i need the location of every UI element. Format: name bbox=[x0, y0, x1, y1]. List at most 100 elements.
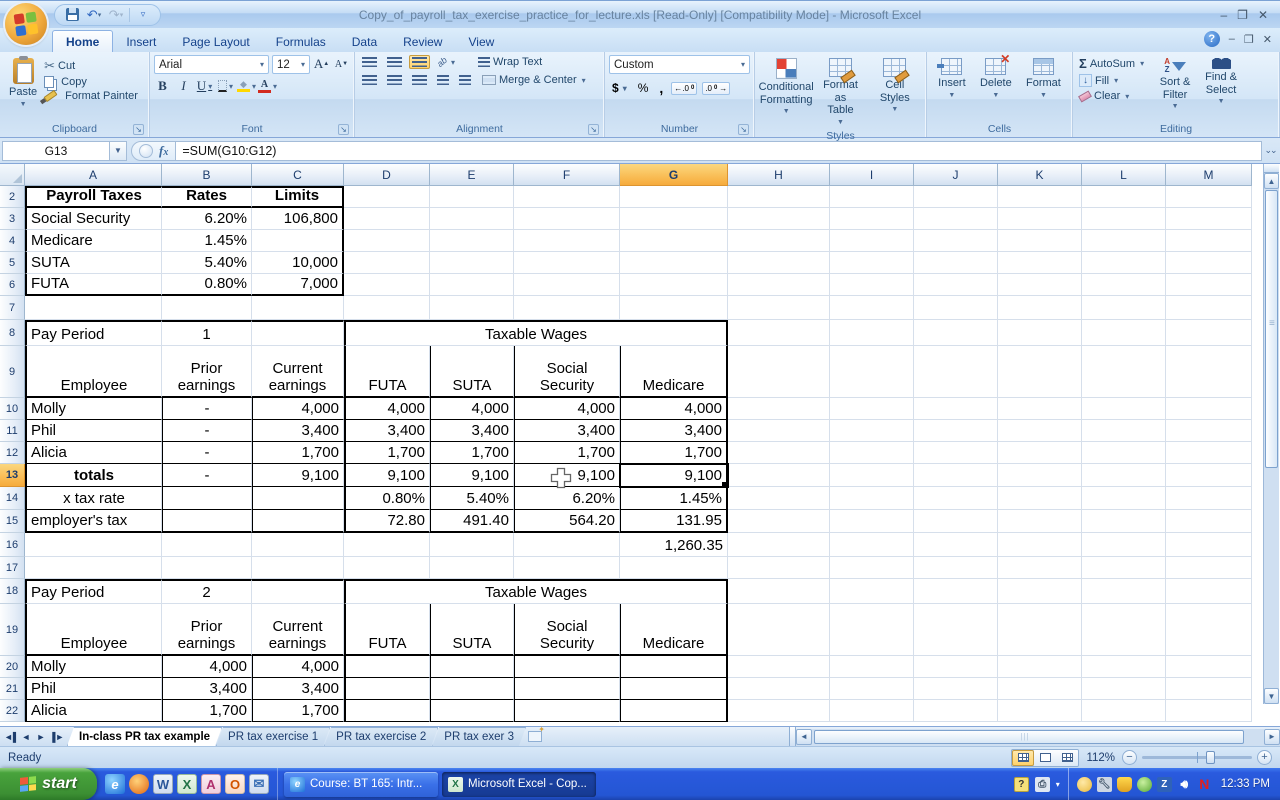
help-icon[interactable]: ? bbox=[1204, 31, 1220, 47]
cell-I10[interactable] bbox=[830, 398, 914, 420]
cell-G6[interactable] bbox=[620, 274, 728, 296]
close-button[interactable]: ✕ bbox=[1258, 8, 1268, 22]
cell-K19[interactable] bbox=[998, 604, 1082, 656]
number-dialog-launcher[interactable]: ↘ bbox=[738, 124, 749, 135]
column-header-L[interactable]: L bbox=[1082, 164, 1166, 186]
clipboard-dialog-launcher[interactable]: ↘ bbox=[133, 124, 144, 135]
cell-H10[interactable] bbox=[728, 398, 830, 420]
tab-home[interactable]: Home bbox=[52, 30, 113, 52]
n-icon[interactable]: N bbox=[1197, 777, 1212, 792]
restore-button[interactable]: ❐ bbox=[1237, 8, 1248, 22]
cell-L5[interactable] bbox=[1082, 252, 1166, 274]
cell-I6[interactable] bbox=[830, 274, 914, 296]
top-align-button[interactable] bbox=[359, 55, 380, 69]
tab-insert[interactable]: Insert bbox=[113, 31, 169, 52]
cell-H14[interactable] bbox=[728, 487, 830, 510]
cell-B19[interactable]: Prior earnings bbox=[162, 604, 252, 656]
cell-F12[interactable]: 1,700 bbox=[514, 442, 620, 464]
cell-A13[interactable]: totals bbox=[25, 464, 162, 487]
font-family-select[interactable]: Arial▾ bbox=[154, 55, 269, 74]
format-cells-button[interactable]: Format▼ bbox=[1021, 55, 1066, 103]
row-header-2[interactable]: 2 bbox=[0, 186, 25, 208]
column-header-C[interactable]: C bbox=[252, 164, 344, 186]
cell-K17[interactable] bbox=[998, 557, 1082, 579]
cell-K15[interactable] bbox=[998, 510, 1082, 533]
cell-D3[interactable] bbox=[344, 208, 430, 230]
cell-E15[interactable]: 491.40 bbox=[430, 510, 514, 533]
cell-L9[interactable] bbox=[1082, 346, 1166, 398]
cell-H2[interactable] bbox=[728, 186, 830, 208]
sheet-tab-pr-tax-exercise-2[interactable]: PR tax exercise 2 bbox=[324, 727, 438, 746]
cell-E9[interactable]: SUTA bbox=[430, 346, 514, 398]
cell-L4[interactable] bbox=[1082, 230, 1166, 252]
cell-L3[interactable] bbox=[1082, 208, 1166, 230]
row-header-14[interactable]: 14 bbox=[0, 487, 25, 510]
cell-D20[interactable] bbox=[344, 656, 430, 678]
number-format-select[interactable]: Custom▾ bbox=[609, 55, 750, 74]
cell-D9[interactable]: FUTA bbox=[344, 346, 430, 398]
cell-K11[interactable] bbox=[998, 420, 1082, 442]
cell-L17[interactable] bbox=[1082, 557, 1166, 579]
cell-B4[interactable]: 1.45% bbox=[162, 230, 252, 252]
sheet-tab-pr-tax-exer-3[interactable]: PR tax exer 3 bbox=[432, 727, 526, 746]
cell-L11[interactable] bbox=[1082, 420, 1166, 442]
cell-styles-button[interactable]: Cell Styles▼ bbox=[872, 55, 918, 117]
cell-F6[interactable] bbox=[514, 274, 620, 296]
cell-F2[interactable] bbox=[514, 186, 620, 208]
tab-formulas[interactable]: Formulas bbox=[263, 31, 339, 52]
row-header-11[interactable]: 11 bbox=[0, 420, 25, 442]
cell-G22[interactable] bbox=[620, 700, 728, 722]
office-button[interactable] bbox=[5, 3, 47, 45]
cell-A9[interactable]: Employee bbox=[25, 346, 162, 398]
column-header-H[interactable]: H bbox=[728, 164, 830, 186]
cell-C5[interactable]: 10,000 bbox=[252, 252, 344, 274]
horizontal-scroll-thumb[interactable] bbox=[814, 730, 1244, 744]
last-sheet-button[interactable]: ▐► bbox=[49, 732, 63, 742]
copy-button[interactable]: Copy bbox=[42, 75, 140, 89]
save-button[interactable] bbox=[63, 6, 81, 24]
cell-J7[interactable] bbox=[914, 296, 998, 320]
cell-F11[interactable]: 3,400 bbox=[514, 420, 620, 442]
column-header-M[interactable]: M bbox=[1166, 164, 1252, 186]
row-header-4[interactable]: 4 bbox=[0, 230, 25, 252]
cell-B10[interactable]: - bbox=[162, 398, 252, 420]
cell-A22[interactable]: Alicia bbox=[25, 700, 162, 722]
conditional-formatting-button[interactable]: Conditional Formatting▼ bbox=[763, 55, 809, 119]
cell-K8[interactable] bbox=[998, 320, 1082, 346]
cell-L2[interactable] bbox=[1082, 186, 1166, 208]
column-header-I[interactable]: I bbox=[830, 164, 914, 186]
cell-D15[interactable]: 72.80 bbox=[344, 510, 430, 533]
cell-A15[interactable]: employer's tax bbox=[25, 510, 162, 533]
cell-F20[interactable] bbox=[514, 656, 620, 678]
merge-center-button[interactable]: Merge & Center bbox=[480, 73, 588, 87]
cell-H15[interactable] bbox=[728, 510, 830, 533]
font-color-button[interactable]: A bbox=[259, 77, 276, 95]
cell-K12[interactable] bbox=[998, 442, 1082, 464]
cell-A10[interactable]: Molly bbox=[25, 398, 162, 420]
vertical-scroll-thumb[interactable] bbox=[1265, 190, 1278, 468]
cell-B8[interactable]: 1 bbox=[162, 320, 252, 346]
cell-J16[interactable] bbox=[914, 533, 998, 557]
minimize-button[interactable]: – bbox=[1220, 8, 1227, 22]
cell-A2[interactable]: Payroll Taxes bbox=[25, 186, 162, 208]
cell-E21[interactable] bbox=[430, 678, 514, 700]
cell-I8[interactable] bbox=[830, 320, 914, 346]
cell-B5[interactable]: 5.40% bbox=[162, 252, 252, 274]
cell-K5[interactable] bbox=[998, 252, 1082, 274]
horizontal-scrollbar[interactable]: ◄ ► bbox=[789, 727, 1280, 746]
prev-sheet-button[interactable]: ◄ bbox=[19, 732, 33, 742]
cell-M14[interactable] bbox=[1166, 487, 1252, 510]
cell-A20[interactable]: Molly bbox=[25, 656, 162, 678]
cell-C9[interactable]: Current earnings bbox=[252, 346, 344, 398]
cell-A5[interactable]: SUTA bbox=[25, 252, 162, 274]
firefox-icon[interactable] bbox=[129, 774, 149, 794]
row-header-17[interactable]: 17 bbox=[0, 557, 25, 579]
cell-J18[interactable] bbox=[914, 579, 998, 604]
cell-D22[interactable] bbox=[344, 700, 430, 722]
cell-A19[interactable]: Employee bbox=[25, 604, 162, 656]
underline-button[interactable]: U bbox=[196, 77, 213, 95]
column-header-E[interactable]: E bbox=[430, 164, 514, 186]
row-header-16[interactable]: 16 bbox=[0, 533, 25, 557]
cell-L7[interactable] bbox=[1082, 296, 1166, 320]
cell-E22[interactable] bbox=[430, 700, 514, 722]
